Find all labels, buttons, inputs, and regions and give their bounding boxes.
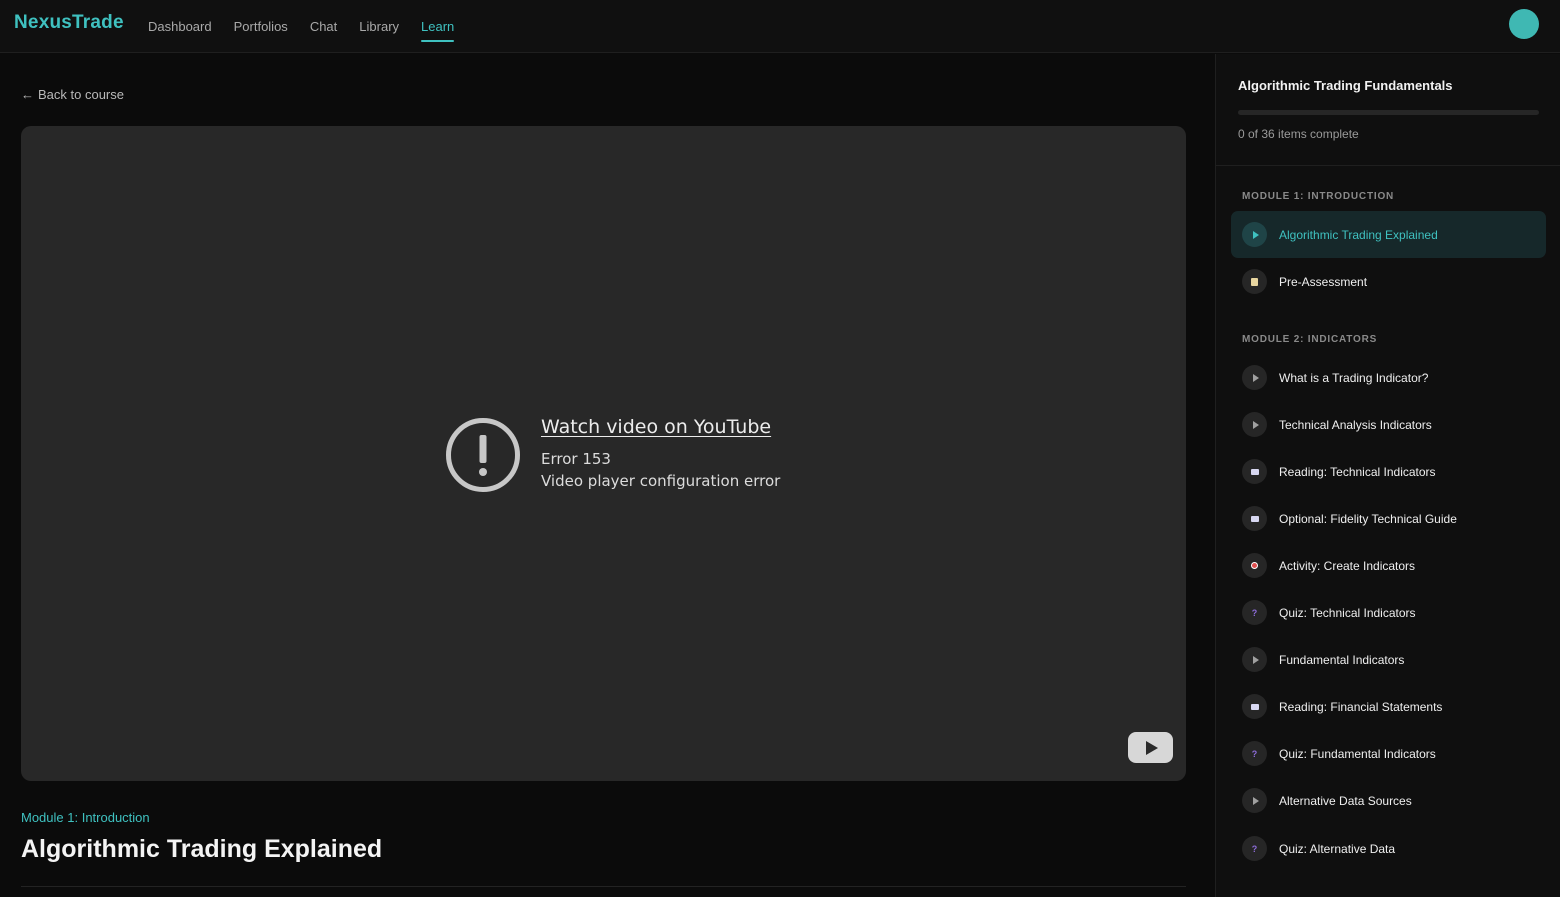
sidebar-item-what-is-a-trading-indicator[interactable]: What is a Trading Indicator? <box>1231 354 1546 401</box>
sidebar-item-label: Reading: Financial Statements <box>1279 699 1443 714</box>
sidebar-item-quiz-technical-indicators[interactable]: ? Quiz: Technical Indicators <box>1231 589 1546 636</box>
sidebar-item-label: Quiz: Technical Indicators <box>1279 605 1416 620</box>
course-progress-text: 0 of 36 items complete <box>1238 127 1359 141</box>
watch-on-youtube-link[interactable]: Watch video on YouTube <box>541 416 780 438</box>
nav-learn[interactable]: Learn <box>421 0 455 53</box>
sidebar-item-optional-fidelity-technical-guide[interactable]: Optional: Fidelity Technical Guide <box>1231 495 1546 542</box>
main-nav: Dashboard Portfolios Chat Library Learn <box>148 0 476 53</box>
module-1-header: MODULE 1: INTRODUCTION <box>1242 191 1395 202</box>
play-icon <box>1242 222 1267 247</box>
play-icon <box>1146 740 1158 755</box>
course-header: Algorithmic Trading Fundamentals 0 of 36… <box>1216 54 1560 166</box>
play-icon <box>1242 365 1267 390</box>
youtube-play-button[interactable] <box>1128 732 1173 763</box>
sidebar-item-label: Quiz: Alternative Data <box>1279 841 1396 856</box>
sidebar-item-label: Quiz: Fundamental Indicators <box>1279 746 1436 761</box>
question-icon: ? <box>1242 741 1267 766</box>
nav-portfolios[interactable]: Portfolios <box>234 0 288 53</box>
sidebar-item-algorithmic-trading-explained[interactable]: Algorithmic Trading Explained <box>1231 211 1546 258</box>
sidebar-item-alternative-data-sources[interactable]: Alternative Data Sources <box>1231 777 1546 824</box>
app-logo[interactable]: NexusTrade <box>14 12 124 34</box>
question-icon: ? <box>1242 600 1267 625</box>
sidebar-item-label: Pre-Assessment <box>1279 274 1368 289</box>
sidebar-item-label: Technical Analysis Indicators <box>1279 417 1432 432</box>
sidebar-item-activity-create-indicators[interactable]: Activity: Create Indicators <box>1231 542 1546 589</box>
nav-dashboard[interactable]: Dashboard <box>148 0 212 53</box>
sidebar-item-label: What is a Trading Indicator? <box>1279 370 1429 385</box>
back-to-course-link[interactable]: ← Back to course <box>21 87 124 102</box>
module-2-header: MODULE 2: INDICATORS <box>1242 334 1378 345</box>
sidebar-item-quiz-alternative-data[interactable]: ? Quiz: Alternative Data <box>1231 825 1546 872</box>
sidebar-item-label: Activity: Create Indicators <box>1279 558 1416 573</box>
target-icon <box>1242 553 1267 578</box>
top-navbar: NexusTrade Dashboard Portfolios Chat Lib… <box>0 0 1560 53</box>
video-error-message: Video player configuration error <box>541 472 781 490</box>
sidebar-item-label: Fundamental Indicators <box>1279 652 1405 667</box>
divider <box>21 886 1186 887</box>
sidebar-item-reading-financial-statements[interactable]: Reading: Financial Statements <box>1231 683 1546 730</box>
user-avatar[interactable] <box>1509 9 1539 39</box>
video-player[interactable]: Watch video on YouTube Error 153 Video p… <box>21 126 1186 781</box>
sidebar-item-label: Reading: Technical Indicators <box>1279 464 1436 479</box>
exclamation-circle-icon <box>446 418 520 492</box>
play-icon <box>1242 647 1267 672</box>
course-sidebar: Algorithmic Trading Fundamentals 0 of 36… <box>1215 54 1560 897</box>
course-title: Algorithmic Trading Fundamentals <box>1238 78 1453 93</box>
video-error-code: Error 153 <box>541 450 611 468</box>
sidebar-item-label: Optional: Fidelity Technical Guide <box>1279 511 1457 526</box>
question-icon: ? <box>1242 836 1267 861</box>
video-error-panel: Watch video on YouTube Error 153 Video p… <box>446 416 780 492</box>
back-link-label: Back to course <box>38 87 124 102</box>
video-error-text: Watch video on YouTube Error 153 Video p… <box>541 416 780 492</box>
sidebar-item-label: Algorithmic Trading Explained <box>1279 227 1438 242</box>
nav-library[interactable]: Library <box>359 0 399 53</box>
arrow-left-icon: ← <box>21 87 34 102</box>
lesson-main: ← Back to course Watch video on YouTube … <box>0 54 1215 897</box>
play-icon <box>1242 788 1267 813</box>
play-icon <box>1242 412 1267 437</box>
memo-icon <box>1242 269 1267 294</box>
book-icon <box>1242 694 1267 719</box>
lesson-title: Algorithmic Trading Explained <box>21 835 383 863</box>
nav-chat[interactable]: Chat <box>310 0 337 53</box>
sidebar-item-reading-technical-indicators[interactable]: Reading: Technical Indicators <box>1231 448 1546 495</box>
sidebar-item-fundamental-indicators[interactable]: Fundamental Indicators <box>1231 636 1546 683</box>
sidebar-item-quiz-fundamental-indicators[interactable]: ? Quiz: Fundamental Indicators <box>1231 730 1546 777</box>
sidebar-item-label: Alternative Data Sources <box>1279 793 1412 808</box>
book-icon <box>1242 506 1267 531</box>
book-icon <box>1242 459 1267 484</box>
course-progress-bar <box>1238 110 1539 115</box>
sidebar-item-pre-assessment[interactable]: Pre-Assessment <box>1231 258 1546 305</box>
lesson-module-label: Module 1: Introduction <box>21 810 150 825</box>
sidebar-item-technical-analysis-indicators[interactable]: Technical Analysis Indicators <box>1231 401 1546 448</box>
